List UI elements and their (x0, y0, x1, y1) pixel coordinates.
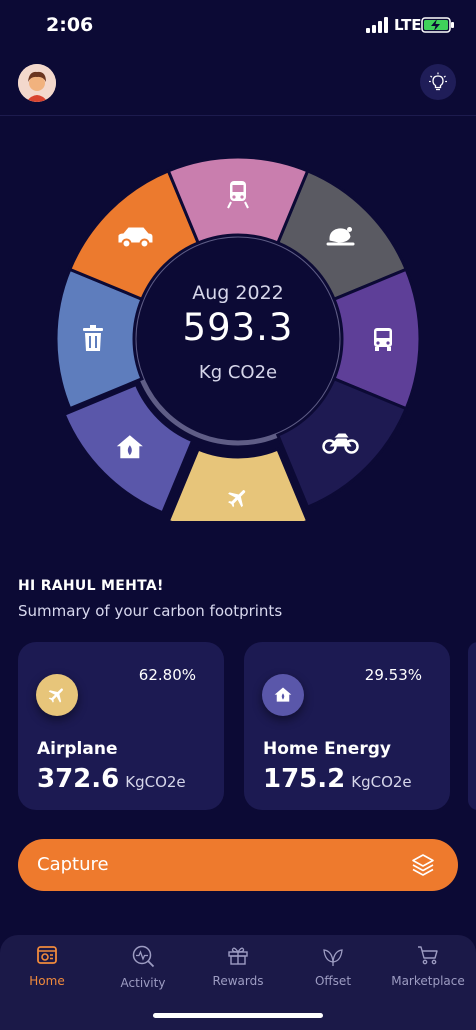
greeting-title: HI RAHUL MEHTA! (18, 578, 164, 594)
layers-icon (412, 854, 434, 876)
battery-charging-icon (421, 17, 454, 33)
tab-label: Marketplace (391, 974, 465, 988)
status-time: 2:06 (46, 14, 94, 36)
card-percent: 62.80% (138, 666, 196, 684)
activity-search-icon (132, 945, 155, 968)
capture-button[interactable]: Capture (18, 839, 458, 891)
tips-button[interactable] (420, 64, 456, 100)
avatar-icon (18, 64, 56, 102)
tab-marketplace[interactable]: Marketplace (388, 943, 468, 999)
summary-card-airplane[interactable]: 62.80% Airplane 372.6 KgCO2e (18, 642, 224, 810)
card-value-line: 372.6 KgCO2e (37, 764, 186, 794)
greeting-subtitle: Summary of your carbon footprints (18, 602, 283, 620)
card-value: 372.6 (37, 764, 120, 794)
card-unit: KgCO2e (125, 773, 186, 791)
summary-card-next-peek[interactable] (468, 642, 476, 810)
chart-period: Aug 2022 (192, 282, 284, 304)
tab-label: Activity (120, 976, 166, 990)
tab-label: Offset (314, 974, 352, 988)
summary-card-home-energy[interactable]: 29.53% Home Energy 175.2 KgCO2e (244, 642, 450, 810)
chart-total-value: 593.3 (182, 306, 294, 349)
gift-icon (228, 947, 248, 965)
trash-icon (83, 325, 103, 351)
capture-label: Capture (37, 854, 109, 875)
home-energy-icon (262, 674, 304, 716)
card-percent: 29.53% (364, 666, 422, 684)
home-indicator (153, 1013, 323, 1018)
cellular-signal-icon (366, 17, 388, 33)
airplane-icon (36, 674, 78, 716)
tab-activity[interactable]: Activity (103, 943, 183, 999)
tab-label: Home (29, 974, 65, 988)
home-tab-icon (37, 946, 57, 964)
card-category-name: Airplane (37, 739, 118, 759)
chart-unit: Kg CO2e (198, 362, 278, 383)
card-value-line: 175.2 KgCO2e (263, 764, 412, 794)
leaves-icon (323, 949, 343, 966)
tab-offset[interactable]: Offset (293, 943, 373, 999)
lightbulb-icon (429, 72, 447, 91)
card-category-name: Home Energy (263, 739, 391, 759)
tab-home[interactable]: Home (7, 943, 87, 999)
header-divider (0, 115, 476, 116)
cart-icon (418, 946, 438, 965)
tab-label: Rewards (212, 974, 264, 988)
tab-rewards[interactable]: Rewards (198, 943, 278, 999)
user-avatar[interactable] (18, 64, 56, 102)
network-type: LTE (394, 16, 422, 34)
card-unit: KgCO2e (351, 773, 412, 791)
card-value: 175.2 (263, 764, 346, 794)
